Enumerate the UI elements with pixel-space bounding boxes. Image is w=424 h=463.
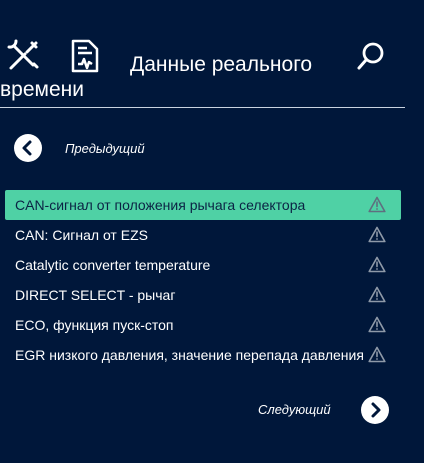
header-divider <box>0 107 405 108</box>
list-item-label: CAN-сигнал от положения рычага селектора <box>15 197 306 213</box>
warning-icon <box>368 226 386 243</box>
previous-button[interactable] <box>14 134 42 162</box>
list-item-label: Catalytic converter temperature <box>15 257 211 273</box>
page-title-line1: Данные реального <box>130 53 313 76</box>
list-item[interactable]: ECO, функция пуск-стоп <box>5 310 401 340</box>
list-item[interactable]: DIRECT SELECT - рычаг <box>5 280 401 310</box>
list-item[interactable]: EGR низкого давления, значение перепада … <box>5 340 401 370</box>
warning-icon <box>368 256 386 273</box>
list-item[interactable]: CAN-сигнал от положения рычага селектора <box>5 190 401 220</box>
previous-label[interactable]: Предыдущий <box>65 141 145 157</box>
list-item[interactable]: Catalytic converter temperature <box>5 250 401 280</box>
list-item-label: ECO, функция пуск-стоп <box>15 317 174 333</box>
signal-list: CAN-сигнал от положения рычага селектора… <box>5 190 401 370</box>
document-chart-icon[interactable] <box>69 38 101 74</box>
list-item-label: CAN: Сигнал от EZS <box>15 227 148 243</box>
warning-icon <box>368 346 386 363</box>
next-label[interactable]: Следующий <box>258 402 331 418</box>
search-icon[interactable] <box>355 40 387 72</box>
chevron-right-icon <box>371 402 381 418</box>
warning-icon <box>368 316 386 333</box>
warning-icon <box>368 196 386 213</box>
list-item-label: DIRECT SELECT - рычаг <box>15 287 176 303</box>
next-button[interactable] <box>361 396 389 424</box>
warning-icon <box>368 286 386 303</box>
page-title-line2: времени <box>0 78 84 101</box>
header-bar: Данные реального времени <box>0 0 424 108</box>
tools-icon[interactable] <box>5 37 41 73</box>
chevron-left-icon <box>22 140 32 156</box>
list-item[interactable]: CAN: Сигнал от EZS <box>5 220 401 250</box>
list-item-label: EGR низкого давления, значение перепада … <box>15 347 364 363</box>
